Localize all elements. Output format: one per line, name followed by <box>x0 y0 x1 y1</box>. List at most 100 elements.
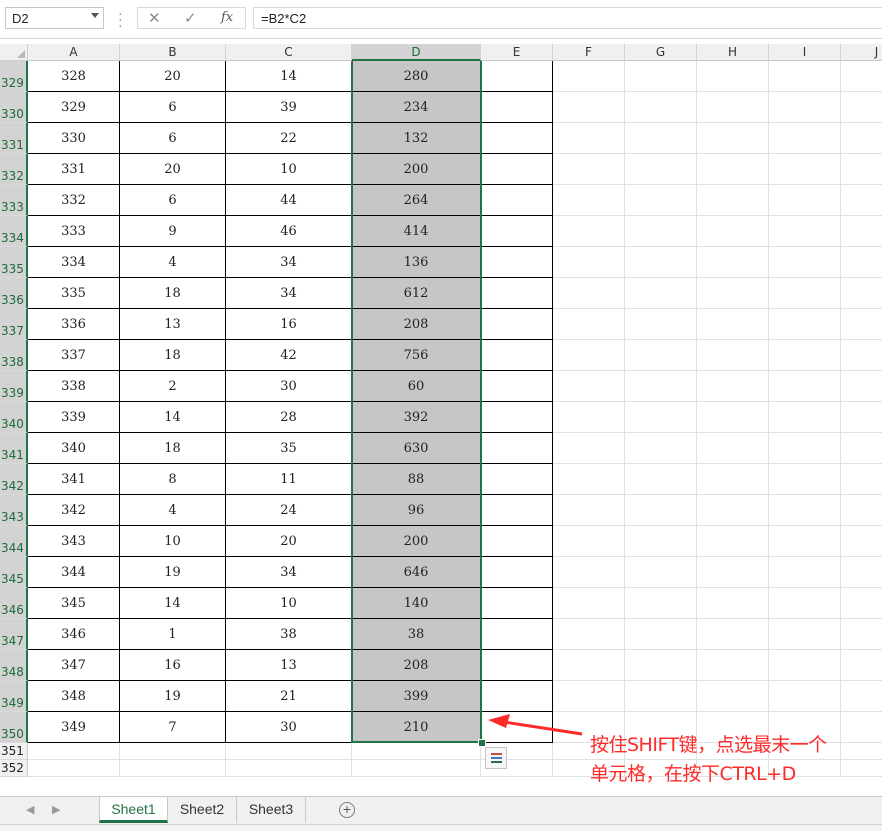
cell-f334[interactable] <box>553 216 625 247</box>
row-header-348[interactable]: 348 <box>0 650 28 681</box>
cell-j341[interactable] <box>841 433 882 464</box>
sheet-tab-sheet2[interactable]: Sheet2 <box>168 797 237 823</box>
cell-e336[interactable] <box>481 278 553 309</box>
cell-h331[interactable] <box>697 123 769 154</box>
cell-f337[interactable] <box>553 309 625 340</box>
cell-d350[interactable]: 210 <box>352 712 481 743</box>
cell-g339[interactable] <box>625 371 697 402</box>
cell-f330[interactable] <box>553 92 625 123</box>
row-header-352[interactable]: 352 <box>0 760 28 777</box>
cell-j340[interactable] <box>841 402 882 433</box>
cell-h339[interactable] <box>697 371 769 402</box>
cell-d341[interactable]: 630 <box>352 433 481 464</box>
cell-h344[interactable] <box>697 526 769 557</box>
column-header-i[interactable]: I <box>769 44 841 61</box>
drag-handle-icon[interactable]: · · · <box>118 6 123 32</box>
cell-b334[interactable]: 9 <box>120 216 226 247</box>
cell-f338[interactable] <box>553 340 625 371</box>
row-header-351[interactable]: 351 <box>0 743 28 760</box>
row-header-340[interactable]: 340 <box>0 402 28 433</box>
row-header-349[interactable]: 349 <box>0 681 28 712</box>
cell-a329[interactable]: 328 <box>28 61 120 92</box>
cell-d333[interactable]: 264 <box>352 185 481 216</box>
cell-g347[interactable] <box>625 619 697 650</box>
cell-c331[interactable]: 22 <box>226 123 352 154</box>
cell-b330[interactable]: 6 <box>120 92 226 123</box>
cell-d348[interactable]: 208 <box>352 650 481 681</box>
cell-j336[interactable] <box>841 278 882 309</box>
row-header-339[interactable]: 339 <box>0 371 28 402</box>
cell-d339[interactable]: 60 <box>352 371 481 402</box>
cell-h347[interactable] <box>697 619 769 650</box>
cell-i336[interactable] <box>769 278 841 309</box>
cell-d337[interactable]: 208 <box>352 309 481 340</box>
cell-j337[interactable] <box>841 309 882 340</box>
cell-a346[interactable]: 345 <box>28 588 120 619</box>
row-header-342[interactable]: 342 <box>0 464 28 495</box>
column-header-b[interactable]: B <box>120 44 226 61</box>
cell-f341[interactable] <box>553 433 625 464</box>
cell-j349[interactable] <box>841 681 882 712</box>
cell-c337[interactable]: 16 <box>226 309 352 340</box>
cell-h336[interactable] <box>697 278 769 309</box>
cell-f347[interactable] <box>553 619 625 650</box>
cell-c332[interactable]: 10 <box>226 154 352 185</box>
cell-c350[interactable]: 30 <box>226 712 352 743</box>
cell-d347[interactable]: 38 <box>352 619 481 650</box>
add-sheet-icon[interactable]: + <box>339 802 355 818</box>
cell-e340[interactable] <box>481 402 553 433</box>
cell-j352[interactable] <box>841 760 882 777</box>
cell-f345[interactable] <box>553 557 625 588</box>
cell-j335[interactable] <box>841 247 882 278</box>
cell-h346[interactable] <box>697 588 769 619</box>
cell-a348[interactable]: 347 <box>28 650 120 681</box>
cell-a339[interactable]: 338 <box>28 371 120 402</box>
cell-a337[interactable]: 336 <box>28 309 120 340</box>
check-icon[interactable]: ✓ <box>184 9 197 27</box>
cell-d345[interactable]: 646 <box>352 557 481 588</box>
name-box-dropdown-icon[interactable] <box>91 13 99 18</box>
cell-d342[interactable]: 88 <box>352 464 481 495</box>
cell-j339[interactable] <box>841 371 882 402</box>
row-header-341[interactable]: 341 <box>0 433 28 464</box>
row-header-337[interactable]: 337 <box>0 309 28 340</box>
cell-c349[interactable]: 21 <box>226 681 352 712</box>
cell-i344[interactable] <box>769 526 841 557</box>
cell-a330[interactable]: 329 <box>28 92 120 123</box>
cell-e347[interactable] <box>481 619 553 650</box>
cell-c341[interactable]: 35 <box>226 433 352 464</box>
cell-c340[interactable]: 28 <box>226 402 352 433</box>
cell-a343[interactable]: 342 <box>28 495 120 526</box>
column-header-d[interactable]: D <box>352 44 481 61</box>
cell-b339[interactable]: 2 <box>120 371 226 402</box>
cell-g345[interactable] <box>625 557 697 588</box>
cell-b341[interactable]: 18 <box>120 433 226 464</box>
cell-g332[interactable] <box>625 154 697 185</box>
row-header-332[interactable]: 332 <box>0 154 28 185</box>
cell-j346[interactable] <box>841 588 882 619</box>
cell-j338[interactable] <box>841 340 882 371</box>
cell-f329[interactable] <box>553 61 625 92</box>
cell-e334[interactable] <box>481 216 553 247</box>
cell-e345[interactable] <box>481 557 553 588</box>
column-header-e[interactable]: E <box>481 44 553 61</box>
cell-h332[interactable] <box>697 154 769 185</box>
row-header-329[interactable]: 329 <box>0 61 28 92</box>
cell-i331[interactable] <box>769 123 841 154</box>
cell-h349[interactable] <box>697 681 769 712</box>
cell-g335[interactable] <box>625 247 697 278</box>
cell-g336[interactable] <box>625 278 697 309</box>
cell-f339[interactable] <box>553 371 625 402</box>
column-header-h[interactable]: H <box>697 44 769 61</box>
cell-g348[interactable] <box>625 650 697 681</box>
cell-j330[interactable] <box>841 92 882 123</box>
cell-b345[interactable]: 19 <box>120 557 226 588</box>
cell-a333[interactable]: 332 <box>28 185 120 216</box>
scroll-left-icon[interactable]: ◀ <box>26 803 34 816</box>
cell-e339[interactable] <box>481 371 553 402</box>
cell-e331[interactable] <box>481 123 553 154</box>
cell-b347[interactable]: 1 <box>120 619 226 650</box>
cell-c339[interactable]: 30 <box>226 371 352 402</box>
cell-g330[interactable] <box>625 92 697 123</box>
cell-j329[interactable] <box>841 61 882 92</box>
